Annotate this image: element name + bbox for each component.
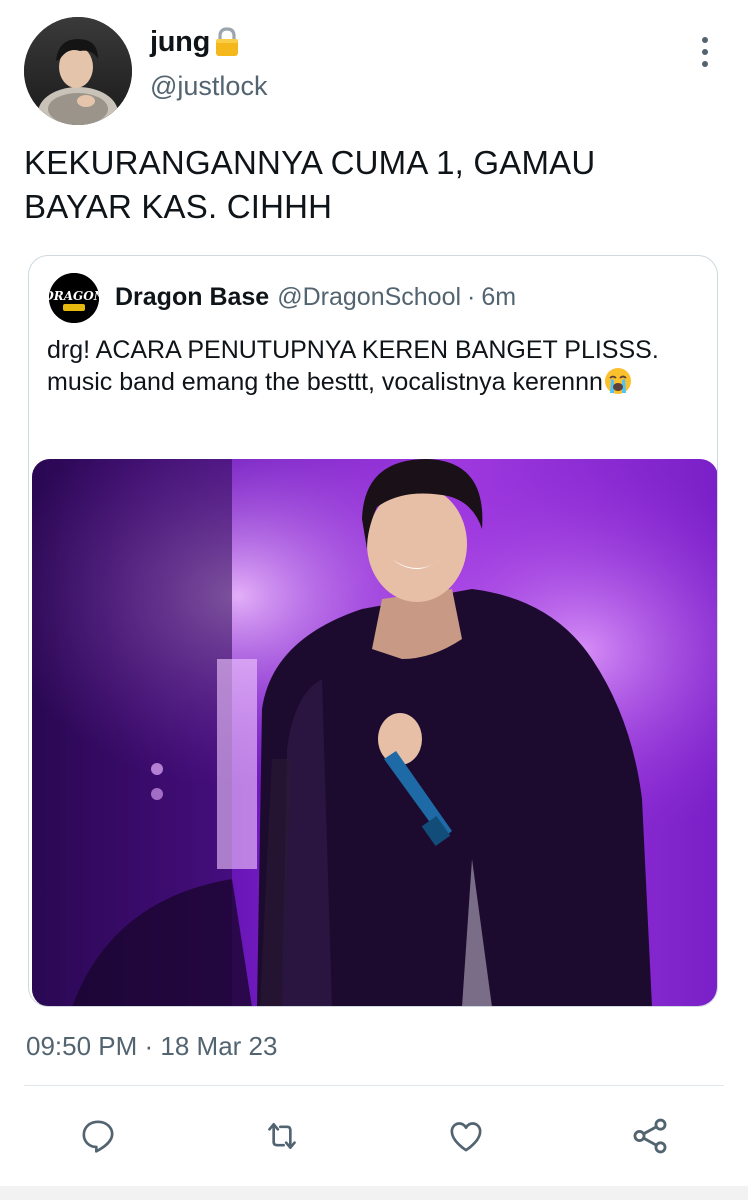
quoted-media-photo[interactable] (32, 459, 717, 1006)
quoted-author-handle[interactable]: @DragonSchool (277, 283, 461, 312)
reply-button[interactable] (74, 1110, 122, 1162)
quoted-avatar-logo: DRAGON (49, 289, 99, 303)
quoted-text-body: drg! ACARA PENUTUPNYA KEREN BANGET PLISS… (47, 336, 659, 396)
bottom-bar (0, 1186, 748, 1200)
quoted-tweet-card[interactable]: DRAGON Dragon Base @DragonSchool · 6m dr… (28, 255, 718, 1007)
like-button[interactable] (442, 1110, 490, 1162)
heart-icon (450, 1122, 482, 1152)
more-dot-icon (702, 49, 708, 55)
retweet-icon (268, 1123, 296, 1149)
retweet-button[interactable] (258, 1110, 306, 1162)
tweet-timestamp[interactable]: 09:50 PM · 18 Mar 23 (26, 1031, 277, 1062)
author-avatar[interactable] (24, 17, 132, 125)
quoted-author-name[interactable]: Dragon Base (115, 283, 269, 312)
tweet-actions-bar (0, 1110, 748, 1166)
reply-icon (82, 1120, 114, 1153)
more-dot-icon (702, 61, 708, 67)
lock-icon (213, 26, 241, 58)
display-name[interactable]: jung (150, 26, 210, 59)
loudly-crying-face-icon (603, 366, 633, 396)
quoted-header: Dragon Base @DragonSchool · 6m (115, 283, 516, 312)
share-icon (633, 1118, 667, 1154)
share-button[interactable] (626, 1110, 674, 1162)
quoted-author-avatar[interactable]: DRAGON (49, 273, 99, 323)
more-options-button[interactable] (690, 34, 720, 70)
quoted-separator: · (467, 283, 476, 311)
display-name-row[interactable]: jung (150, 24, 241, 60)
more-dot-icon (702, 37, 708, 43)
tweet-text: KEKURANGANNYA CUMA 1, GAMAU BAYAR KAS. C… (24, 144, 596, 225)
divider (24, 1085, 724, 1086)
quoted-text: drg! ACARA PENUTUPNYA KEREN BANGET PLISS… (47, 334, 697, 398)
quoted-time[interactable]: 6m (481, 283, 516, 312)
author-handle[interactable]: @justlock (150, 71, 267, 102)
